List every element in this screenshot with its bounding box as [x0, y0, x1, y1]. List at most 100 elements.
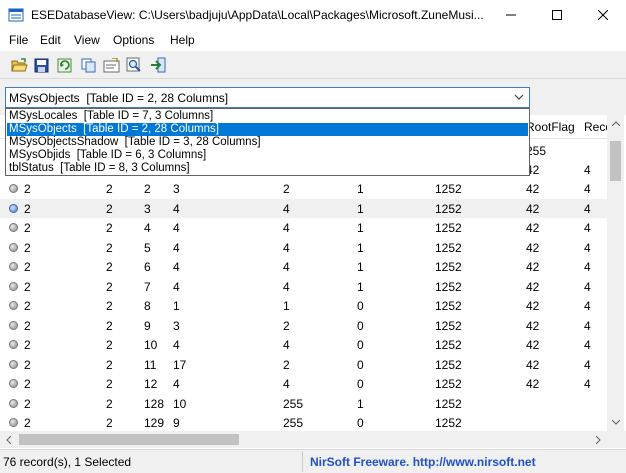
menu-view[interactable]: View [74, 33, 100, 47]
dropdown-item-msysobjects[interactable]: MSysObjects [Table ID = 2, 28 Columns] [7, 123, 528, 136]
cell-value: 4 [584, 338, 591, 352]
cell-value: 0 [357, 416, 364, 430]
table-row[interactable]: 2 2 7 4 4 1 1252 42 4 [0, 277, 607, 296]
table-row[interactable]: 2 2 10 4 4 0 1252 42 4 [0, 335, 607, 354]
table-selector-combo[interactable]: MSysObjects [Table ID = 2, 28 Columns] [5, 87, 530, 108]
cell-value: 1 [357, 240, 364, 255]
cell-value: 1 [357, 279, 364, 294]
chevron-down-icon [611, 420, 620, 425]
menu-help[interactable]: Help [170, 33, 195, 47]
minimize-button[interactable] [488, 0, 534, 30]
table-row[interactable]: 2 2 8 1 1 0 1252 42 4 [0, 296, 607, 315]
cell-value: 4 [584, 240, 591, 255]
cell-value: 3 [144, 201, 151, 216]
scrollbar-corner [607, 431, 626, 448]
menu-options[interactable]: Options [113, 33, 154, 47]
cell-value: 42 [526, 279, 540, 294]
cell-value: 2 [106, 240, 113, 255]
cell-value: 12 [144, 377, 158, 391]
status-separator [302, 452, 303, 472]
table-row[interactable]: 2 2 128 10 255 1 1252 [0, 394, 607, 413]
dropdown-item-tblstatus[interactable]: tblStatus [Table ID = 8, 3 Columns] [7, 162, 528, 175]
record-bullet-icon [9, 340, 18, 349]
find-button[interactable] [124, 55, 144, 75]
record-bullet-icon [9, 398, 18, 408]
maximize-button[interactable] [534, 0, 580, 30]
toolbar [0, 51, 626, 79]
title-bar[interactable]: ESEDatabaseView: C:\Users\badjuju\AppDat… [0, 0, 626, 31]
cell-value: 2 [106, 201, 113, 216]
cell-value: 2 [24, 221, 31, 235]
cell-value: 42 [526, 357, 540, 372]
record-count: 76 record(s), 1 Selected [3, 455, 132, 469]
cell-value: 3 [173, 182, 180, 196]
scroll-left-button[interactable] [0, 431, 17, 448]
dropdown-item-msysobjids[interactable]: MSysObjids [Table ID = 6, 3 Columns] [7, 149, 528, 162]
cell-value: 1 [357, 221, 364, 235]
cell-value: 42 [526, 377, 540, 391]
table-row[interactable]: 2 2 6 4 4 1 1252 42 4 [0, 257, 607, 276]
cell-value: 1252 [435, 299, 462, 313]
dropdown-item-msysobjectsshadow[interactable]: MSysObjectsShadow [Table ID = 3, 28 Colu… [7, 136, 528, 149]
table-row[interactable]: 2 2 2 3 2 1 1252 42 4 [0, 179, 607, 198]
cell-value: 4 [584, 279, 591, 294]
save-button[interactable] [31, 55, 51, 75]
record-bullet-icon [9, 418, 18, 427]
open-folder-icon [10, 57, 28, 71]
table-row[interactable]: 2 2 9 3 2 0 1252 42 4 [0, 316, 607, 335]
cell-value: 1252 [435, 240, 462, 255]
app-icon [8, 8, 24, 22]
chevron-down-icon[interactable] [513, 91, 525, 103]
table-row[interactable]: 2 2 129 9 255 0 1252 [0, 413, 607, 432]
column-header-rootflag[interactable]: RootFlag [526, 120, 575, 134]
cell-value: 2 [24, 182, 31, 196]
properties-button[interactable] [101, 55, 121, 75]
copy-button[interactable] [78, 55, 98, 75]
menu-file[interactable]: File [9, 33, 28, 47]
copy-icon [81, 58, 95, 72]
cell-value: 42 [526, 260, 540, 274]
cell-value: 4 [173, 240, 180, 255]
refresh-button[interactable] [54, 55, 74, 75]
horizontal-scroll-thumb[interactable] [19, 434, 239, 445]
open-button[interactable] [9, 55, 29, 75]
cell-value: 42 [526, 182, 540, 196]
record-bullet-icon [9, 301, 18, 310]
cell-value: 1252 [435, 377, 462, 391]
menu-edit[interactable]: Edit [40, 33, 61, 47]
table-row[interactable]: 2 2 12 4 4 0 1252 42 4 [0, 374, 607, 393]
table-dropdown-list[interactable]: MSysLocales [Table ID = 7, 3 Columns] MS… [5, 108, 530, 176]
table-row[interactable]: 2 2 11 17 2 0 1252 42 4 [0, 355, 607, 374]
cell-value: 3 [173, 318, 180, 333]
scroll-right-button[interactable] [590, 431, 607, 448]
cell-value: 2 [106, 299, 113, 313]
cell-value: 1 [283, 299, 290, 313]
cell-value: 4 [584, 201, 591, 216]
cell-value: 0 [357, 318, 364, 333]
cell-value: 128 [144, 396, 165, 411]
cell-value: 2 [24, 260, 31, 274]
table-row[interactable]: 2 2 4 4 4 1 1252 42 4 [0, 218, 607, 237]
cell-value: 17 [173, 357, 187, 372]
vertical-scrollbar[interactable] [607, 115, 624, 431]
cell-value: 1 [357, 396, 364, 411]
dropdown-item-msyslocales[interactable]: MSysLocales [Table ID = 7, 3 Columns] [7, 110, 528, 123]
cell-value: 2 [106, 416, 113, 430]
table-row[interactable]: 2 2 3 4 4 1 1252 42 4 [0, 198, 607, 218]
cell-value: 2 [144, 182, 151, 196]
cell-value: 42 [526, 299, 540, 313]
exit-button[interactable] [148, 55, 168, 75]
cell-value: 1252 [435, 357, 462, 372]
scroll-up-button[interactable] [607, 115, 624, 132]
nirsoft-link[interactable]: NirSoft Freeware. http://www.nirsoft.net [310, 455, 536, 469]
cell-value: 1 [357, 260, 364, 274]
vertical-scroll-thumb[interactable] [610, 141, 621, 181]
close-button[interactable] [580, 0, 626, 30]
cell-value: 1252 [435, 279, 462, 294]
horizontal-scrollbar[interactable] [0, 431, 607, 448]
find-icon [126, 57, 141, 72]
table-row[interactable]: 2 2 5 4 4 1 1252 42 4 [0, 238, 607, 257]
cell-value: 129 [144, 416, 165, 430]
cell-value: 2 [106, 338, 113, 352]
scroll-down-button[interactable] [607, 414, 624, 431]
